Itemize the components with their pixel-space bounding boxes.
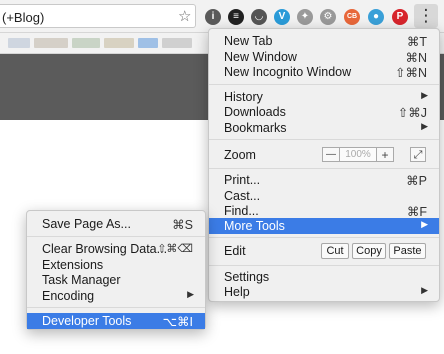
menu-item-history[interactable]: History ▶ <box>209 89 439 105</box>
menu-item-label: Clear Browsing Data... <box>42 242 168 256</box>
more-tools-submenu: Save Page As... ⌘S Clear Browsing Data..… <box>26 210 206 330</box>
menu-item-shortcut: ⌘N <box>405 51 427 65</box>
menu-item-shortcut: ⌘P <box>406 174 427 188</box>
menu-item-task-manager[interactable]: Task Manager <box>27 272 205 288</box>
puzzle-extension-icon[interactable]: ✦ <box>297 9 313 25</box>
edit-label: Edit <box>224 244 246 258</box>
menu-item-more-tools[interactable]: More Tools ▶ <box>209 218 439 234</box>
menu-item-new-window[interactable]: New Window ⌘N <box>209 49 439 65</box>
bookmark-item[interactable] <box>72 38 100 48</box>
menu-item-bookmarks[interactable]: Bookmarks ▶ <box>209 120 439 136</box>
zoom-in-button[interactable]: + <box>376 147 394 162</box>
menu-item-label: New Tab <box>224 34 273 48</box>
menu-item-clear-browsing-data[interactable]: Clear Browsing Data... ⇧⌘⌫ <box>27 241 205 257</box>
zoom-out-button[interactable]: — <box>322 147 340 162</box>
menu-item-label: More Tools <box>224 219 285 233</box>
menu-item-label: Settings <box>224 270 270 284</box>
menu-item-new-tab[interactable]: New Tab ⌘T <box>209 33 439 49</box>
menu-separator <box>209 168 439 169</box>
menu-item-cast[interactable]: Cast... <box>209 188 439 204</box>
menu-item-label: Help <box>224 285 250 299</box>
menu-item-new-incognito-window[interactable]: New Incognito Window ⇧⌘N <box>209 64 439 80</box>
submenu-arrow-icon: ▶ <box>421 121 428 131</box>
submenu-arrow-icon: ▶ <box>421 219 428 229</box>
menu-item-shortcut: ⌥⌘I <box>162 315 193 329</box>
buffer-extension-icon[interactable]: ≡ <box>228 9 244 25</box>
menu-item-shortcut: ⌘F <box>406 205 427 219</box>
bookmark-star-icon[interactable]: ☆ <box>178 7 191 25</box>
v-extension-icon[interactable]: V <box>274 9 290 25</box>
menu-item-label: Find... <box>224 204 259 218</box>
menu-item-label: Cast... <box>224 189 261 203</box>
menu-item-save-page-as[interactable]: Save Page As... ⌘S <box>27 216 205 232</box>
zoom-label: Zoom <box>224 148 256 162</box>
menu-item-shortcut: ⌘S <box>172 218 193 232</box>
menu-item-shortcut: ⇧⌘N <box>394 66 427 80</box>
menu-item-developer-tools[interactable]: Developer Tools ⌥⌘I <box>27 313 205 329</box>
menu-separator <box>27 307 205 308</box>
menu-item-label: Downloads <box>224 105 286 119</box>
menu-separator <box>209 84 439 85</box>
menu-separator <box>209 139 439 140</box>
submenu-arrow-icon: ▶ <box>421 285 428 295</box>
menu-item-edit: Edit Cut Copy Paste <box>209 243 439 259</box>
chrome-main-menu: New Tab ⌘T New Window ⌘N New Incognito W… <box>208 28 440 302</box>
zoom-level-value: 100% <box>340 147 376 162</box>
menu-item-help[interactable]: Help ▶ <box>209 284 439 300</box>
bookmark-item[interactable] <box>138 38 158 48</box>
menu-item-label: Extensions <box>42 258 104 272</box>
address-bar-text: (+Blog) <box>2 10 45 25</box>
cut-button[interactable]: Cut <box>321 243 349 259</box>
pinterest-extension-icon[interactable]: P <box>392 9 408 25</box>
menu-item-label: Developer Tools <box>42 314 132 328</box>
bookmark-item[interactable] <box>162 38 192 48</box>
copy-button[interactable]: Copy <box>352 243 386 259</box>
menu-item-shortcut: ⇧⌘⌫ <box>157 243 193 255</box>
menu-item-label: Task Manager <box>42 273 121 287</box>
menu-item-label: Encoding <box>42 289 95 303</box>
submenu-arrow-icon: ▶ <box>187 289 194 299</box>
menu-item-label: Save Page As... <box>42 217 131 231</box>
pocket-extension-icon[interactable]: ◡ <box>251 9 267 25</box>
menu-item-shortcut: ⇧⌘J <box>397 106 427 120</box>
menu-item-shortcut: ⌘T <box>406 35 427 49</box>
paste-button[interactable]: Paste <box>389 243 426 259</box>
menu-separator <box>209 237 439 238</box>
address-bar[interactable]: (+Blog) ☆ <box>0 4 196 28</box>
menu-item-label: Bookmarks <box>224 121 287 135</box>
info-extension-icon[interactable]: i <box>205 9 221 25</box>
menu-item-find[interactable]: Find... ⌘F <box>209 203 439 219</box>
fullscreen-button[interactable]: ⤢ <box>410 147 426 162</box>
menu-item-encoding[interactable]: Encoding ▶ <box>27 288 205 304</box>
bookmark-item[interactable] <box>8 38 30 48</box>
location-extension-icon[interactable]: ● <box>368 9 384 25</box>
menu-separator <box>27 236 205 237</box>
bookmark-item[interactable] <box>104 38 134 48</box>
menu-item-print[interactable]: Print... ⌘P <box>209 172 439 188</box>
menu-item-extensions[interactable]: Extensions <box>27 257 205 273</box>
chrome-menu-icon[interactable]: ⋮ <box>414 4 438 28</box>
menu-item-downloads[interactable]: Downloads ⇧⌘J <box>209 104 439 120</box>
bookmark-item[interactable] <box>34 38 68 48</box>
menu-item-label: New Incognito Window <box>224 65 352 79</box>
menu-item-label: New Window <box>224 50 297 64</box>
menu-item-settings[interactable]: Settings <box>209 269 439 285</box>
submenu-arrow-icon: ▶ <box>421 90 428 100</box>
menu-separator <box>209 265 439 266</box>
menu-item-label: Print... <box>224 173 261 187</box>
hubspot-extension-icon[interactable]: ⚙ <box>320 9 336 25</box>
menu-item-zoom: Zoom — 100% + ⤢ <box>209 147 439 163</box>
menu-item-label: History <box>224 90 263 104</box>
cb-extension-icon[interactable]: CB <box>344 9 360 25</box>
